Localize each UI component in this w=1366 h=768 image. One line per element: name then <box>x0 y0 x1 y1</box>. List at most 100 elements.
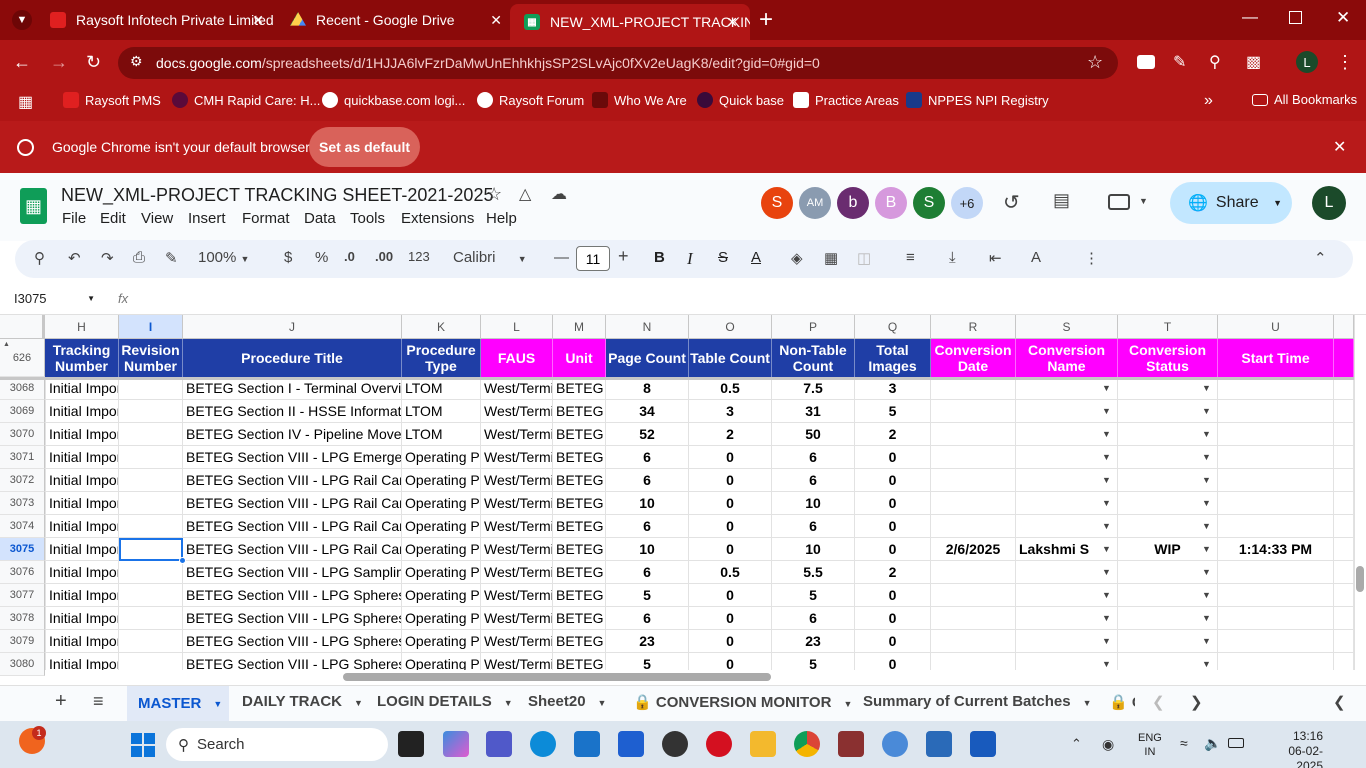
collaborator-avatar[interactable]: AM <box>799 187 831 219</box>
forward-icon[interactable]: → <box>50 52 68 73</box>
more-collaborators[interactable]: +6 <box>951 187 983 219</box>
cell-procedure-title[interactable]: BETEG Section II - HSSE Information <box>183 400 402 423</box>
close-icon[interactable]: ✕ <box>490 12 502 29</box>
row-header[interactable]: 3070 <box>0 423 45 446</box>
row-header[interactable]: 3080 <box>0 653 45 676</box>
strikethrough-icon[interactable]: S <box>718 249 728 266</box>
cell-faus[interactable]: West/Termi <box>481 630 553 653</box>
site-info-icon[interactable]: ⚙ <box>130 53 143 70</box>
cell-page-count[interactable]: 6 <box>606 446 689 469</box>
sheet-tab-daily-track[interactable]: DAILY TRACK ▼ <box>242 693 363 710</box>
collapse-menus-icon[interactable]: ⌃ <box>1314 249 1327 267</box>
cell-faus[interactable]: West/Termi <box>481 446 553 469</box>
row-header[interactable]: 3075 <box>0 538 45 561</box>
font-size-increase-icon[interactable]: + <box>618 246 629 267</box>
cell-table-count[interactable]: 0.5 <box>689 377 772 400</box>
cell-tracking-number[interactable]: Initial Impor <box>45 515 119 538</box>
cell-unit[interactable]: BETEG <box>553 400 606 423</box>
row-header[interactable]: 3071 <box>0 446 45 469</box>
cell-procedure-title[interactable]: BETEG Section VIII - LPG Rail Car Unl <box>183 515 402 538</box>
cell-procedure-type[interactable]: Operating Pr <box>402 584 481 607</box>
star-icon[interactable]: ☆ <box>486 184 502 205</box>
cell-unit[interactable]: BETEG <box>553 469 606 492</box>
cell-faus[interactable]: West/Termi <box>481 584 553 607</box>
cell-start-time[interactable] <box>1218 423 1334 446</box>
sheet-tab-conversion-monitor[interactable]: 🔒 CONVERSION MONITOR ▼ <box>633 693 852 711</box>
cell-page-count[interactable]: 8 <box>606 377 689 400</box>
cell-unit[interactable]: BETEG <box>553 423 606 446</box>
dropdown-chevron-icon[interactable]: ▼ <box>1102 429 1111 439</box>
tab-raysoft[interactable]: Raysoft Infotech Private Limited ✕ <box>36 0 276 40</box>
show-hidden-icons[interactable]: ⌃ <box>1071 736 1082 752</box>
cell-tracking-number[interactable]: Initial Impor <box>45 584 119 607</box>
cell-total-images[interactable]: 3 <box>855 377 931 400</box>
cell-total-images[interactable]: 0 <box>855 630 931 653</box>
word-icon[interactable] <box>970 731 996 757</box>
cell-table-count[interactable]: 0.5 <box>689 561 772 584</box>
header-unit[interactable]: Unit <box>553 339 606 377</box>
reload-icon[interactable]: ↻ <box>86 52 101 73</box>
dropdown-chevron-icon[interactable]: ▼ <box>1102 590 1111 600</box>
scroll-tabs-left-icon[interactable]: ❮ <box>1152 693 1165 711</box>
frozen-row-divider[interactable] <box>0 377 1354 380</box>
taskbar-search[interactable]: ⚲ Search <box>166 728 388 761</box>
user-avatar[interactable]: L <box>1312 186 1346 220</box>
currency-button[interactable]: $ <box>284 249 292 266</box>
new-tab-icon[interactable]: + <box>759 6 773 34</box>
column-header-s[interactable]: S <box>1016 315 1118 339</box>
cell-non-table-count[interactable]: 6 <box>772 607 855 630</box>
header-non-table-count[interactable]: Non-Table Count <box>772 339 855 377</box>
dropdown-chevron-icon[interactable]: ▼ <box>1202 590 1211 600</box>
dropdown-chevron-icon[interactable]: ▼ <box>1102 406 1111 416</box>
cell-procedure-type[interactable]: Operating Pr <box>402 607 481 630</box>
cell-table-count[interactable]: 3 <box>689 400 772 423</box>
dropdown-chevron-icon[interactable]: ▼ <box>1102 613 1111 623</box>
url-input[interactable]: ⚙ docs.google.com/spreadsheets/d/1HJJA6l… <box>118 47 1118 79</box>
cell-start-time[interactable] <box>1218 515 1334 538</box>
borders-icon[interactable]: ▦ <box>824 249 838 267</box>
header-conversion-date[interactable]: Conversion Date <box>931 339 1016 377</box>
row-header[interactable]: 3069 <box>0 400 45 423</box>
cell-procedure-type[interactable]: LTOM <box>402 423 481 446</box>
dell-icon[interactable] <box>662 731 688 757</box>
dropdown-chevron-icon[interactable]: ▼ <box>1202 498 1211 508</box>
cell-non-table-count[interactable]: 6 <box>772 469 855 492</box>
font-size-input[interactable]: 11 <box>576 246 610 271</box>
cell-unit[interactable]: BETEG <box>553 630 606 653</box>
row-header[interactable]: 3074 <box>0 515 45 538</box>
cell-start-time[interactable] <box>1218 400 1334 423</box>
file-explorer-icon[interactable] <box>750 731 776 757</box>
cell-procedure-title[interactable]: BETEG Section VIII - LPG Sampling Pr <box>183 561 402 584</box>
cell-page-count[interactable]: 5 <box>606 584 689 607</box>
bold-icon[interactable]: B <box>654 249 665 266</box>
cell-unit[interactable]: BETEG <box>553 538 606 561</box>
dropdown-chevron-icon[interactable]: ▼ <box>1202 544 1211 554</box>
increase-decimal-button[interactable]: .00 <box>375 249 393 264</box>
cell-tracking-number[interactable]: Initial Impor <box>45 538 119 561</box>
menu-file[interactable]: File <box>62 210 86 227</box>
sheet-tab-master[interactable]: MASTER ▼ <box>127 686 229 721</box>
cell-procedure-title[interactable]: BETEG Section VIII - LPG Emergency <box>183 446 402 469</box>
fill-color-icon[interactable]: ◈ <box>791 249 803 267</box>
cell-revision-number[interactable] <box>119 492 183 515</box>
scroll-tabs-right-icon[interactable]: ❯ <box>1190 693 1203 711</box>
dropdown-chevron-icon[interactable]: ▼ <box>1202 452 1211 462</box>
windows-start-icon[interactable] <box>131 733 155 757</box>
cell-non-table-count[interactable]: 7.5 <box>772 377 855 400</box>
header-tracking-number[interactable]: Tracking Number <box>45 339 119 377</box>
cell-conversion-date[interactable] <box>931 584 1016 607</box>
dropdown-chevron-icon[interactable]: ▼ <box>1102 383 1111 393</box>
dropdown-chevron-icon[interactable]: ▼ <box>1202 567 1211 577</box>
cell-page-count[interactable]: 10 <box>606 492 689 515</box>
row-header[interactable]: 3078 <box>0 607 45 630</box>
cell-conversion-date[interactable] <box>931 492 1016 515</box>
cell-faus[interactable]: West/Termi <box>481 400 553 423</box>
row-header[interactable]: 3072 <box>0 469 45 492</box>
cell-tracking-number[interactable]: Initial Impor <box>45 423 119 446</box>
column-header-k[interactable]: K <box>402 315 481 339</box>
font-select[interactable]: Calibri ▼ <box>453 249 527 266</box>
cell-procedure-title[interactable]: BETEG Section VIII - LPG Rail Car Unl <box>183 538 402 561</box>
cell-tracking-number[interactable]: Initial Impor <box>45 377 119 400</box>
paint-format-icon[interactable]: ✎ <box>165 249 178 267</box>
name-box[interactable]: I3075 ▼ <box>14 291 99 306</box>
